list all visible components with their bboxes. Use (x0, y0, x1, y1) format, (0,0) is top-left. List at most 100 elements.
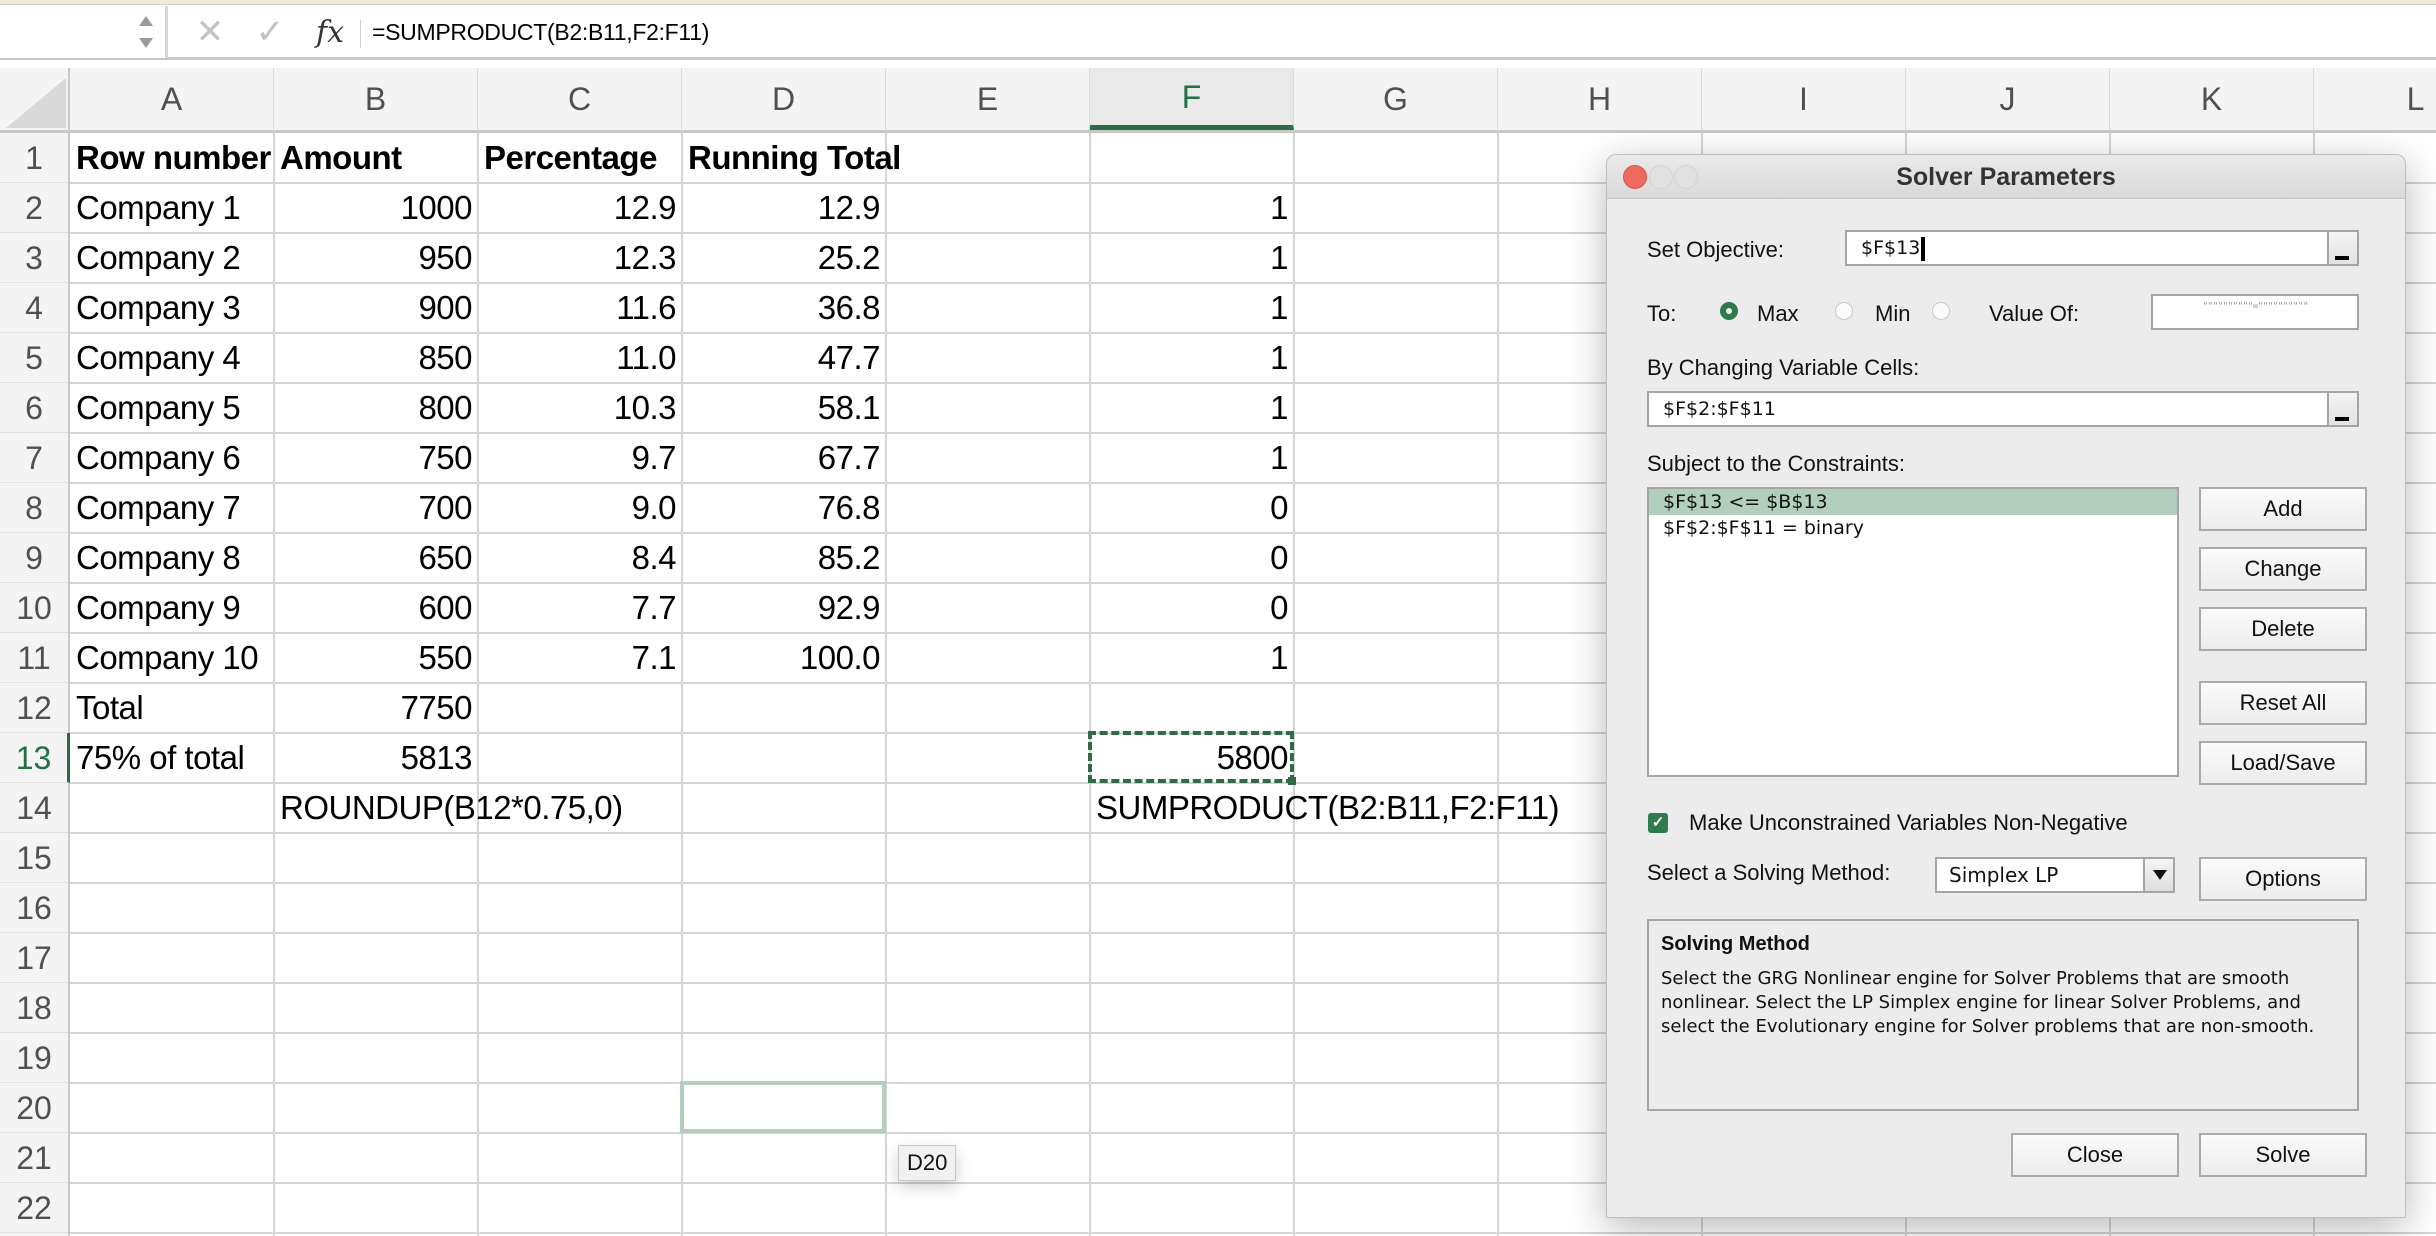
column-header-c[interactable]: C (478, 68, 682, 130)
cancel-formula-button[interactable]: ✕ (192, 13, 228, 51)
cell-c1[interactable]: Percentage (478, 133, 663, 183)
radio-min[interactable] (1835, 302, 1853, 320)
cell-a7[interactable]: Company 6 (70, 433, 246, 483)
cell-d7[interactable]: 67.7 (682, 433, 886, 483)
cell-f10[interactable]: 0 (1090, 583, 1294, 633)
column-header-e[interactable]: E (886, 68, 1090, 130)
cell-d11[interactable]: 100.0 (682, 633, 886, 683)
cell-a8[interactable]: Company 7 (70, 483, 246, 533)
cell-f8[interactable]: 0 (1090, 483, 1294, 533)
cell-b8[interactable]: 700 (274, 483, 478, 533)
cell-d10[interactable]: 92.9 (682, 583, 886, 633)
select-all-button[interactable] (0, 68, 70, 133)
selected-cell-d20[interactable] (680, 1081, 886, 1133)
row-header-13[interactable]: 13 (0, 733, 70, 783)
chevron-up-icon[interactable] (139, 16, 153, 26)
cell-a4[interactable]: Company 3 (70, 283, 246, 333)
cell-b11[interactable]: 550 (274, 633, 478, 683)
solve-button[interactable]: Solve (2199, 1133, 2367, 1177)
cell-d6[interactable]: 58.1 (682, 383, 886, 433)
delete-constraint-button[interactable]: Delete (2199, 607, 2367, 651)
row-header-1[interactable]: 1 (0, 133, 68, 183)
constraint-item[interactable]: $F$2:$F$11 = binary (1649, 515, 2177, 541)
column-header-d[interactable]: D (682, 68, 886, 130)
column-header-k[interactable]: K (2110, 68, 2314, 130)
cell-c10[interactable]: 7.7 (478, 583, 682, 633)
cell-b14[interactable]: ROUNDUP(B12*0.75,0) (274, 783, 629, 833)
row-header-8[interactable]: 8 (0, 483, 68, 533)
cell-d9[interactable]: 85.2 (682, 533, 886, 583)
changing-cells-input[interactable]: $F$2:$F$11 (1647, 391, 2359, 427)
row-header-16[interactable]: 16 (0, 883, 68, 933)
insert-function-button[interactable]: fx (308, 14, 352, 50)
cell-b12[interactable]: 7750 (274, 683, 478, 733)
row-header-10[interactable]: 10 (0, 583, 68, 633)
row-header-6[interactable]: 6 (0, 383, 68, 433)
column-header-b[interactable]: B (274, 68, 478, 130)
column-header-l[interactable]: L (2314, 68, 2436, 130)
cell-d4[interactable]: 36.8 (682, 283, 886, 333)
row-header-3[interactable]: 3 (0, 233, 68, 283)
constraints-list[interactable]: $F$13 <= $B$13 $F$2:$F$11 = binary (1647, 487, 2179, 777)
load-save-button[interactable]: Load/Save (2199, 741, 2367, 785)
row-header-14[interactable]: 14 (0, 783, 68, 833)
cell-b13[interactable]: 5813 (274, 733, 478, 783)
value-of-input[interactable]: """"""""""="""""""""" (2151, 294, 2359, 330)
enter-formula-button[interactable]: ✓ (252, 13, 288, 51)
cell-f7[interactable]: 1 (1090, 433, 1294, 483)
row-header-11[interactable]: 11 (0, 633, 68, 683)
cell-a11[interactable]: Company 10 (70, 633, 264, 683)
cell-c5[interactable]: 11.0 (478, 333, 682, 383)
column-header-g[interactable]: G (1294, 68, 1498, 130)
cell-f6[interactable]: 1 (1090, 383, 1294, 433)
row-header-4[interactable]: 4 (0, 283, 68, 333)
cell-b6[interactable]: 800 (274, 383, 478, 433)
column-header-j[interactable]: J (1906, 68, 2110, 130)
cell-f2[interactable]: 1 (1090, 183, 1294, 233)
cell-d3[interactable]: 25.2 (682, 233, 886, 283)
chevron-down-icon[interactable] (139, 38, 153, 48)
row-header-22[interactable]: 22 (0, 1183, 68, 1233)
cell-d1[interactable]: Running Total (682, 133, 907, 183)
cell-f3[interactable]: 1 (1090, 233, 1294, 283)
constraint-item[interactable]: $F$13 <= $B$13 (1649, 489, 2177, 515)
add-constraint-button[interactable]: Add (2199, 487, 2367, 531)
set-objective-input[interactable]: $F$13 (1845, 230, 2359, 266)
cell-c6[interactable]: 10.3 (478, 383, 682, 433)
row-header-7[interactable]: 7 (0, 433, 68, 483)
row-header-9[interactable]: 9 (0, 533, 68, 583)
cell-c3[interactable]: 12.3 (478, 233, 682, 283)
cell-b4[interactable]: 900 (274, 283, 478, 333)
cell-d2[interactable]: 12.9 (682, 183, 886, 233)
cell-c8[interactable]: 9.0 (478, 483, 682, 533)
dialog-titlebar[interactable]: Solver Parameters (1607, 155, 2405, 199)
cell-a12[interactable]: Total (70, 683, 149, 733)
cell-b9[interactable]: 650 (274, 533, 478, 583)
column-header-i[interactable]: I (1702, 68, 1906, 130)
name-box[interactable] (0, 6, 168, 58)
cell-b2[interactable]: 1000 (274, 183, 478, 233)
cell-c9[interactable]: 8.4 (478, 533, 682, 583)
close-button[interactable]: Close (2011, 1133, 2179, 1177)
row-header-5[interactable]: 5 (0, 333, 68, 383)
row-header-19[interactable]: 19 (0, 1033, 68, 1083)
cell-d8[interactable]: 76.8 (682, 483, 886, 533)
cell-f9[interactable]: 0 (1090, 533, 1294, 583)
cell-a3[interactable]: Company 2 (70, 233, 246, 283)
name-box-stepper[interactable] (137, 12, 155, 52)
cell-a9[interactable]: Company 8 (70, 533, 246, 583)
cell-a5[interactable]: Company 4 (70, 333, 246, 383)
cell-b7[interactable]: 750 (274, 433, 478, 483)
reset-all-button[interactable]: Reset All (2199, 681, 2367, 725)
cell-b10[interactable]: 600 (274, 583, 478, 633)
non-negative-checkbox[interactable]: ✓ (1648, 813, 1668, 833)
change-constraint-button[interactable]: Change (2199, 547, 2367, 591)
cell-b1[interactable]: Amount (274, 133, 408, 183)
row-header-18[interactable]: 18 (0, 983, 68, 1033)
cell-f4[interactable]: 1 (1090, 283, 1294, 333)
column-header-h[interactable]: H (1498, 68, 1702, 130)
column-header-f[interactable]: F (1090, 68, 1294, 130)
row-header-2[interactable]: 2 (0, 183, 68, 233)
options-button[interactable]: Options (2199, 857, 2367, 901)
row-header-17[interactable]: 17 (0, 933, 68, 983)
